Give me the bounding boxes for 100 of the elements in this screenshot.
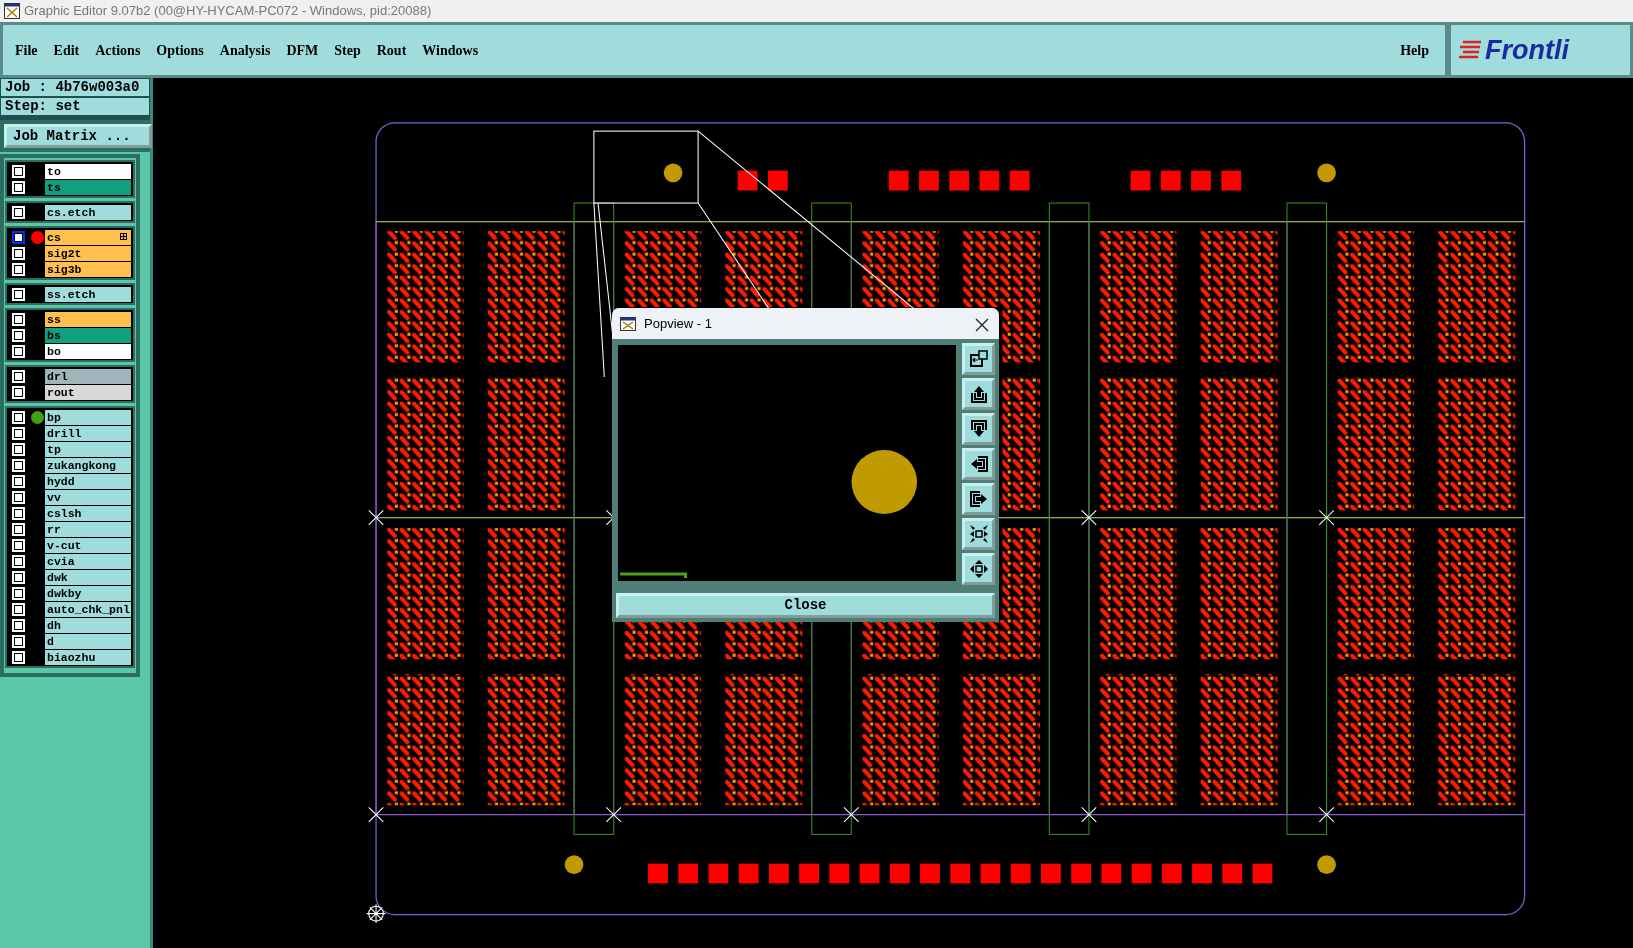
arrow-left-button[interactable] [962,448,995,480]
layer-name[interactable]: sig3b [45,261,131,277]
layer-name[interactable]: hydd [45,473,131,489]
layer-checkbox[interactable] [12,474,25,488]
layer-name[interactable]: cs [45,229,131,245]
arrow-down-button[interactable] [962,413,995,445]
layer-name[interactable]: tp [45,441,131,457]
zoom-window-button[interactable] [962,343,995,375]
layer-name[interactable]: drl [45,368,131,384]
layer-name[interactable]: bo [45,343,131,359]
layer-name[interactable]: ss.etch [45,286,131,302]
layer-name[interactable]: d [45,633,131,649]
smd-pad [1191,170,1211,191]
layer-checkbox[interactable] [12,634,25,648]
layer-name[interactable]: zukangkong [45,457,131,473]
layer-checkbox[interactable] [12,506,25,520]
cross-mark [1318,509,1335,526]
layer-name[interactable]: cvia [45,553,131,569]
layer-name[interactable]: ts [45,179,131,195]
fiducial-mark [564,855,584,874]
cross-mark [843,806,860,823]
trace-line [620,572,688,578]
smd-pad [950,863,971,884]
layer-checkbox[interactable] [12,650,25,664]
layer-name[interactable]: sig2t [45,245,131,261]
layer-name[interactable]: bs [45,327,131,343]
pan-button[interactable] [962,553,995,585]
layer-name[interactable]: rout [45,384,131,400]
menu-item[interactable]: Windows [414,39,487,61]
smd-pad [1071,863,1092,884]
arrow-right-button[interactable] [962,483,995,515]
menu-item[interactable]: Edit [45,39,88,61]
smd-pad [678,863,699,884]
layer-checkbox[interactable] [12,205,25,219]
layer-checkbox[interactable] [12,385,25,399]
layer-checkbox[interactable] [12,458,25,472]
layer-checkbox[interactable] [12,328,25,342]
help-menu[interactable]: Help [1392,39,1437,61]
smd-pad [1009,170,1030,191]
layer-checkbox[interactable] [12,618,25,632]
smd-pad [767,170,788,191]
cross-mark [368,509,384,526]
fiducial-mark [1317,855,1336,874]
menu-item[interactable]: File [7,39,46,61]
layer-name[interactable]: cs.etch [45,204,131,220]
smd-pad [799,863,819,884]
layer-name[interactable]: dwkby [45,585,131,601]
close-button[interactable]: Close [616,593,995,618]
layer-checkbox[interactable] [12,426,25,440]
layer-checkbox[interactable] [12,442,25,456]
layer-name[interactable]: drill [45,425,131,441]
zoom-in-button[interactable] [962,518,995,550]
smd-pad [1161,863,1182,884]
layer-name[interactable]: auto_chk_pnl [45,601,131,617]
layer-name[interactable]: bp [45,409,131,425]
arrow-up-button[interactable] [962,378,995,410]
arrow-up-icon [968,384,989,404]
layer-checkbox[interactable] [12,490,25,504]
layer-checkbox[interactable] [12,180,25,194]
menu-item[interactable]: Analysis [211,39,279,61]
layer-checkbox[interactable] [12,287,25,301]
layer-checkbox[interactable] [12,230,25,244]
layer-name[interactable]: v-cut [45,537,131,553]
layer-checkbox[interactable] [12,344,25,358]
smd-pad [889,863,910,884]
layer-name[interactable]: dwk [45,569,131,585]
smd-pad [737,170,758,191]
smd-pad [1192,863,1212,884]
layer-name[interactable]: vv [45,489,131,505]
layer-name[interactable]: to [45,163,131,179]
cross-mark [368,806,384,823]
smd-pad [768,863,789,884]
layer-name[interactable]: cslsh [45,505,131,521]
layer-checkbox[interactable] [12,369,25,383]
smd-pad [1221,170,1242,191]
layer-checkbox[interactable] [12,538,25,552]
layer-name[interactable]: biaozhu [45,649,131,665]
layer-checkbox[interactable] [12,522,25,536]
layer-checkbox[interactable] [12,602,25,616]
pan-icon [968,559,989,579]
layer-name[interactable]: rr [45,521,131,537]
menu-item[interactable]: Step [326,39,369,61]
layer-checkbox[interactable] [12,554,25,568]
layer-checkbox[interactable] [12,164,25,178]
layer-name[interactable]: dh [45,617,131,633]
layer-checkbox[interactable] [12,246,25,260]
layer-checkbox[interactable] [12,262,25,276]
layer-checkbox[interactable] [12,570,25,584]
smd-pad [979,170,1000,191]
job-matrix-button[interactable]: Job Matrix ... [4,124,152,148]
menu-item[interactable]: Actions [87,39,149,61]
menu-item[interactable]: DFM [278,39,327,61]
layer-checkbox[interactable] [12,586,25,600]
layer-checkbox[interactable] [12,410,25,424]
smd-pad [1131,863,1152,884]
layer-checkbox[interactable] [12,312,25,326]
cross-mark [1081,806,1097,823]
layer-name[interactable]: ss [45,311,131,327]
menu-item[interactable]: Rout [368,39,415,61]
menu-item[interactable]: Options [148,39,212,61]
